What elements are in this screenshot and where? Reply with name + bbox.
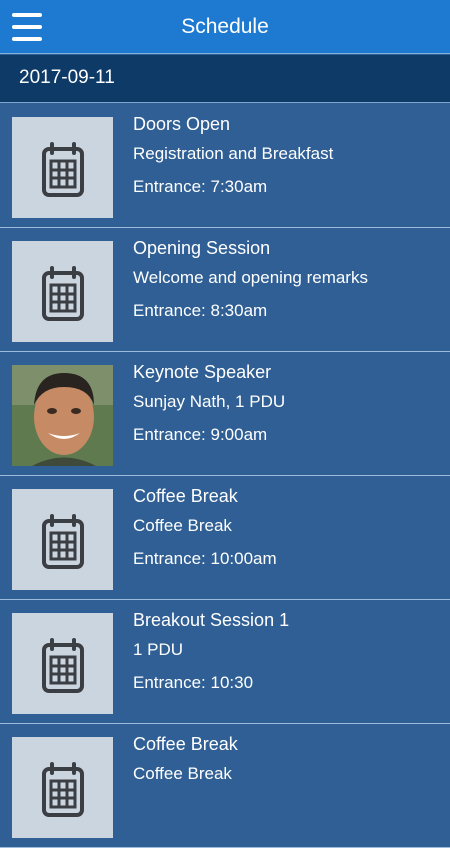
item-subtitle: 1 PDU xyxy=(133,640,184,659)
item-time: Entrance: 10:30 xyxy=(133,673,254,692)
item-title: Coffee Break xyxy=(133,486,238,506)
item-time: Entrance: 8:30am xyxy=(133,301,268,320)
page-title: Schedule xyxy=(181,15,269,38)
calendar-icon xyxy=(12,737,113,838)
schedule-item[interactable]: Doors Open Registration and Breakfast En… xyxy=(0,104,450,228)
item-time: Entrance: 9:00am xyxy=(133,425,268,444)
item-title: Doors Open xyxy=(133,114,231,134)
speaker-photo xyxy=(12,365,113,466)
calendar-icon xyxy=(12,117,113,218)
date-header: 2017-09-11 xyxy=(0,55,450,103)
item-subtitle: Coffee Break xyxy=(133,516,232,535)
item-subtitle: Registration and Breakfast xyxy=(133,144,334,163)
calendar-icon xyxy=(12,489,113,590)
item-time: Entrance: 10:00am xyxy=(133,549,277,568)
item-subtitle: Sunjay Nath, 1 PDU xyxy=(133,392,286,411)
schedule-item[interactable]: Opening Session Welcome and opening rema… xyxy=(0,228,450,352)
item-subtitle: Coffee Break xyxy=(133,764,232,783)
app-bar: Schedule xyxy=(0,0,450,54)
calendar-icon xyxy=(12,241,113,342)
item-title: Keynote Speaker xyxy=(133,362,272,382)
schedule-list: Doors Open Registration and Breakfast En… xyxy=(0,104,450,848)
item-title: Opening Session xyxy=(133,238,271,258)
schedule-item[interactable]: Coffee Break Coffee Break xyxy=(0,724,450,848)
calendar-icon xyxy=(12,613,113,714)
item-title: Breakout Session 1 xyxy=(133,610,290,630)
item-subtitle: Welcome and opening remarks xyxy=(133,268,368,287)
item-title: Coffee Break xyxy=(133,734,238,754)
schedule-item[interactable]: Keynote Speaker Sunjay Nath, 1 PDU Entra… xyxy=(0,352,450,476)
schedule-item[interactable]: Breakout Session 1 1 PDU Entrance: 10:30 xyxy=(0,600,450,724)
schedule-item[interactable]: Coffee Break Coffee Break Entrance: 10:0… xyxy=(0,476,450,600)
item-time: Entrance: 7:30am xyxy=(133,177,268,196)
